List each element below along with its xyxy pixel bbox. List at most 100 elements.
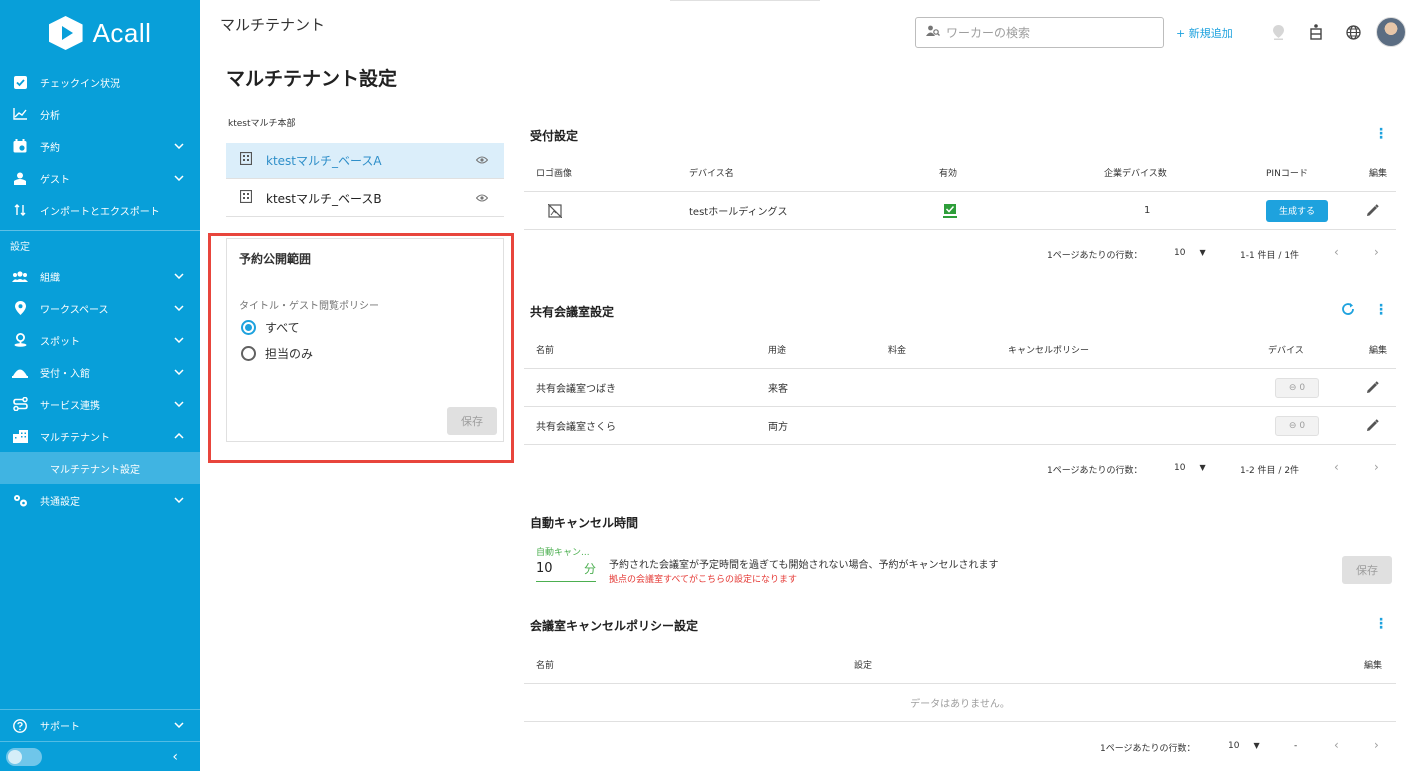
rows-per-page-select[interactable]: 10 ▼ (1174, 463, 1206, 473)
tenant-item[interactable]: ktestマルチ_ベースA (226, 143, 504, 179)
search-placeholder: ワーカーの検索 (946, 26, 1031, 40)
prev-page-icon[interactable]: ‹ (1334, 738, 1339, 752)
column-header: 編集 (1364, 661, 1383, 671)
person-search-icon (926, 25, 940, 40)
reception-table: ロゴ画像 デバイス名 有効 企業デバイス数 PINコード 編集 testホールデ… (524, 154, 1396, 230)
chart-icon (12, 106, 28, 122)
rows-per-page-label: 1ページあたりの行数： (1047, 251, 1143, 261)
sidebar-item-import-export[interactable]: インポートとエクスポート (0, 194, 200, 226)
sidebar-item-organization[interactable]: 組織 (0, 260, 200, 292)
sidebar-item-analytics[interactable]: 分析 (0, 98, 200, 130)
sidebar-item-workspace[interactable]: ワークスペース (0, 292, 200, 324)
column-header: キャンセルポリシー (1008, 346, 1090, 356)
column-header: デバイス (1268, 346, 1304, 356)
sidebar-item-checkin[interactable]: チェックイン状況 (0, 66, 200, 98)
next-page-icon[interactable]: › (1374, 245, 1379, 259)
add-new-button[interactable]: + 新規追加 (1176, 25, 1233, 41)
rows-per-page-select[interactable]: 10 ▼ (1228, 741, 1260, 751)
top-divider (670, 0, 820, 1)
sidebar-item-label: 組織 (40, 272, 60, 284)
column-header: 企業デバイス数 (1104, 169, 1167, 179)
column-header: 用途 (768, 346, 787, 356)
reception-icon (12, 364, 28, 380)
location-pin-icon (12, 300, 28, 316)
sidebar-item-integration[interactable]: サービス連携 (0, 388, 200, 420)
more-vert-icon[interactable]: ⋮ (1374, 616, 1388, 632)
tenant-group-label: ktestマルチ本部 (228, 119, 296, 129)
cancel-policy-title: 会議室キャンセルポリシー設定 (530, 619, 699, 633)
sidebar-subitem-multitenant-settings[interactable]: マルチテナント設定 (0, 452, 200, 484)
spot-icon (12, 332, 28, 348)
column-header: 名前 (536, 661, 555, 671)
more-vert-icon[interactable]: ⋮ (1374, 126, 1388, 142)
table-row: 共有会議室つばき 来客 ⊖ 0 (524, 369, 1396, 407)
reception-terminal-icon[interactable] (1306, 22, 1326, 42)
settings-section-label: 設定 (0, 230, 200, 260)
reception-title: 受付設定 (530, 129, 579, 143)
edit-pencil-icon[interactable] (1366, 192, 1379, 229)
eye-icon[interactable] (475, 192, 489, 205)
edit-pencil-icon[interactable] (1366, 369, 1379, 406)
page-range: - (1294, 741, 1298, 751)
chevron-down-icon (174, 720, 184, 731)
globe-icon[interactable] (1343, 22, 1363, 42)
location-marker-icon[interactable] (1268, 22, 1288, 42)
cancel-policy-table: 名前 設定 編集 (524, 646, 1396, 684)
auto-cancel-input[interactable]: 10 分 (536, 556, 596, 582)
table-header: ロゴ画像 デバイス名 有効 企業デバイス数 PINコード 編集 (524, 154, 1396, 192)
sidebar-item-label: ゲスト (40, 174, 70, 186)
sidebar-item-label: チェックイン状況 (40, 78, 120, 90)
sidebar-item-reservations[interactable]: 予約 (0, 130, 200, 162)
sidebar-item-label: 分析 (40, 110, 60, 122)
sidebar-bottom: サポート ‹ (0, 709, 200, 771)
sidebar-item-spot[interactable]: スポット (0, 324, 200, 356)
generate-pin-button[interactable]: 生成する (1266, 199, 1328, 222)
sidebar-item-label: 予約 (40, 142, 60, 154)
chevron-down-icon (174, 303, 184, 314)
checkbox-icon (12, 74, 28, 90)
page-range: 1-1 件目 / 1件 (1240, 251, 1300, 261)
prev-page-icon[interactable]: ‹ (1334, 245, 1339, 259)
shared-rooms-title: 共有会議室設定 (530, 305, 615, 319)
tenant-item[interactable]: ktestマルチ_ベースB (226, 181, 504, 217)
worker-search-input[interactable]: ワーカーの検索 (915, 17, 1164, 48)
tenant-name: ktestマルチ_ベースB (266, 192, 382, 206)
column-header: デバイス名 (689, 169, 734, 179)
device-link-chip[interactable]: ⊖ 0 (1275, 415, 1319, 436)
sidebar-item-multitenant[interactable]: マルチテナント (0, 420, 200, 452)
sidebar-item-common-settings[interactable]: 共通設定 (0, 484, 200, 516)
more-vert-icon[interactable]: ⋮ (1374, 302, 1388, 318)
people-icon (12, 268, 28, 284)
device-link-chip[interactable]: ⊖ 0 (1275, 377, 1319, 398)
building-icon (239, 151, 253, 169)
rows-per-page-label: 1ページあたりの行数： (1100, 744, 1196, 754)
collapse-sidebar-icon[interactable]: ‹ (172, 749, 178, 765)
eye-icon[interactable] (475, 154, 489, 167)
next-page-icon[interactable]: › (1374, 460, 1379, 474)
next-page-icon[interactable]: › (1374, 738, 1379, 752)
sidebar-item-guests[interactable]: ゲスト (0, 162, 200, 194)
room-name: 共有会議室さくら (536, 422, 616, 433)
column-header: 編集 (1369, 169, 1388, 179)
edit-pencil-icon[interactable] (1366, 407, 1379, 444)
chevron-down-icon (174, 335, 184, 346)
sidebar-item-support[interactable]: サポート (0, 709, 200, 741)
chevron-down-icon (174, 141, 184, 152)
sidebar-item-reception[interactable]: 受付・入館 (0, 356, 200, 388)
table-header: 名前 設定 編集 (524, 646, 1396, 684)
prev-page-icon[interactable]: ‹ (1334, 460, 1339, 474)
dropdown-arrow-icon: ▼ (1199, 248, 1206, 257)
acall-logo-icon (48, 16, 83, 50)
theme-toggle[interactable] (6, 747, 42, 766)
sidebar-item-label: スポット (40, 336, 80, 348)
sidebar-item-label: サポート (40, 722, 80, 733)
import-export-icon (12, 202, 28, 218)
rows-per-page-select[interactable]: 10 ▼ (1174, 248, 1206, 258)
refresh-icon[interactable] (1341, 302, 1355, 320)
room-use: 来客 (768, 384, 788, 395)
auto-cancel-save-button[interactable]: 保存 (1342, 556, 1392, 584)
guest-icon (12, 170, 28, 186)
user-avatar[interactable] (1376, 17, 1406, 47)
sidebar-item-label: 共通設定 (40, 496, 80, 508)
logo[interactable]: Acall (0, 0, 200, 66)
